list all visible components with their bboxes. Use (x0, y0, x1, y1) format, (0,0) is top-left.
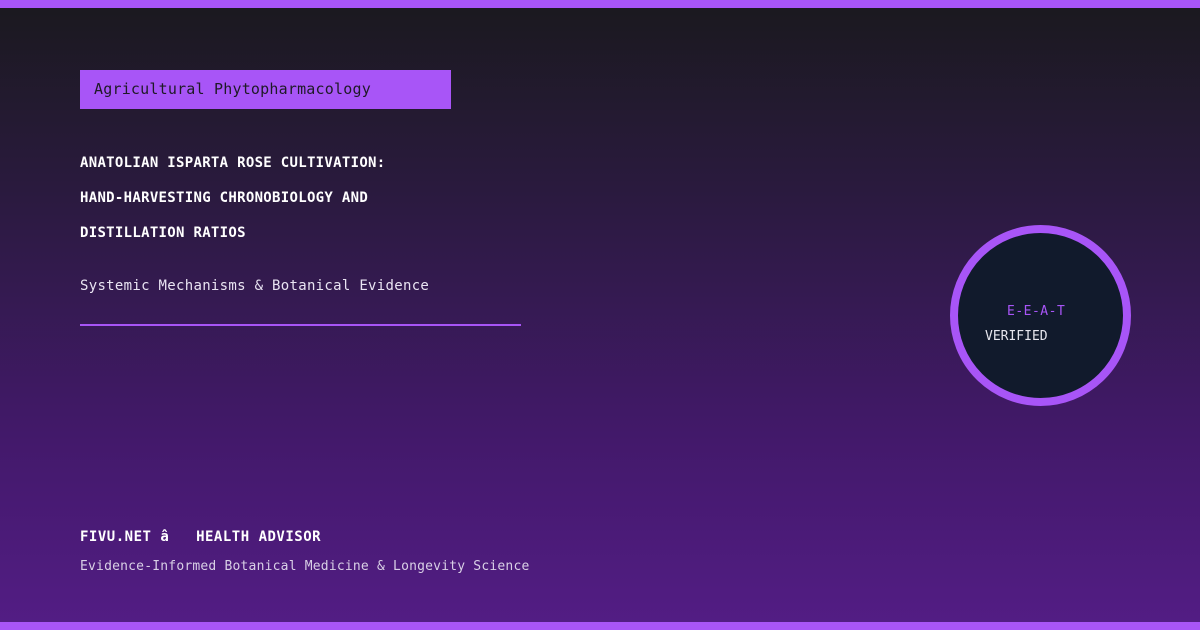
bottom-accent-bar (0, 622, 1200, 630)
article-subtitle: Systemic Mechanisms & Botanical Evidence (80, 278, 430, 294)
seal-top-label: E-E-A-T (1007, 304, 1066, 319)
divider (80, 324, 521, 326)
title-line: HAND-HARVESTING CHRONOBIOLOGY AND (80, 190, 369, 206)
article-title: ANATOLIAN ISPARTA ROSE CULTIVATION: HAND… (80, 146, 640, 251)
top-accent-bar (0, 0, 1200, 8)
title-line: DISTILLATION RATIOS (80, 225, 246, 241)
eeat-verified-seal: E-E-A-T VERIFIED (950, 225, 1131, 406)
category-badge: Agricultural Phytopharmacology (80, 70, 451, 109)
seal-bottom-label: VERIFIED (985, 329, 1048, 344)
title-line: ANATOLIAN ISPARTA ROSE CULTIVATION: (80, 155, 386, 171)
brand-name: FIVU.NET â HEALTH ADVISOR (80, 529, 322, 545)
brand-tagline: Evidence-Informed Botanical Medicine & L… (80, 559, 530, 574)
